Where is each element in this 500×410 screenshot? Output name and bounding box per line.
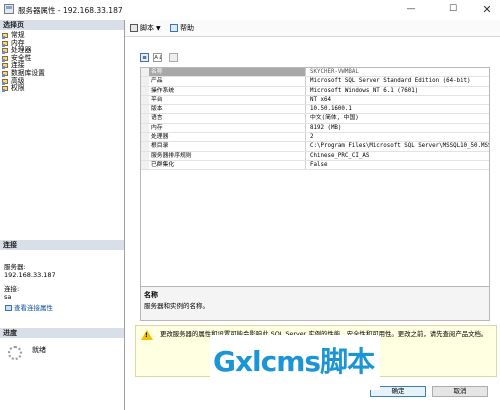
minimize-button[interactable]: — [398,0,424,20]
property-row[interactable]: 平台 NT x64 [141,95,489,106]
property-value: False [310,161,328,168]
top-toolbar: 脚本 ▼ 帮助 [125,20,500,37]
app-icon [4,4,14,14]
property-name: 平台 [149,95,306,105]
cancel-button[interactable]: 取消 [432,386,488,397]
description-text: 服务器和实例的名称。 [144,302,209,310]
property-row[interactable]: 服务器排序规则 Chinese_PRC_CI_AS [141,151,489,161]
property-row[interactable]: 操作系统 Microsoft Windows NT 6.1 (7601) [141,86,489,96]
property-value: Microsoft SQL Server Standard Edition (6… [310,78,471,85]
server-label: 服务器: [4,263,26,271]
title-bar: 服务器属性 - 192.168.33.187 — ☐ ✕ [0,0,500,21]
progress-header: 进度 [0,328,124,338]
page-icon [2,33,8,39]
connection-properties-icon [5,305,12,311]
property-row[interactable]: 版本 10.50.1600.1 [141,105,489,115]
property-value: C:\Program Files\Microsoft SQL Server\MS… [310,143,489,150]
description-title: 名称 [144,291,158,299]
property-value: 2 [310,134,314,141]
page-icon [2,48,8,55]
property-grid: 名称 SKYCHER-VWMBAL 产品 Microsoft SQL Server … [140,67,490,291]
help-button[interactable]: 帮助 [170,23,194,33]
property-value: SKYCHER-VWMBAL [310,69,359,75]
property-value: Microsoft Windows NT 6.1 (7601) [310,87,419,94]
script-icon [130,24,138,32]
page-icon [2,55,8,62]
categorized-sort-button[interactable]: ≡ [140,53,149,62]
window-title: 服务器属性 - 192.168.33.187 [18,6,123,15]
connection-value: sa [4,293,12,301]
help-icon [170,24,178,32]
property-name: 版本 [149,105,306,114]
property-value: Chinese_PRC_CI_AS [310,152,370,159]
property-grid-toolbar: ≡ A↓ [140,53,180,63]
server-value: 192.168.33.187 [4,271,56,279]
property-value: 8192 (MB) [310,124,342,131]
property-name: 名称 [149,68,306,77]
property-description: 名称 服务器和实例的名称。 [140,286,490,321]
close-button[interactable]: ✕ [474,0,500,20]
property-value: NT x64 [310,96,331,103]
watermark-text: Gxlcms脚本 [213,345,375,378]
property-name: 内存 [149,123,306,133]
connection-info: 服务器: 192.168.33.187 连接: sa [4,263,119,301]
page-icon [2,78,8,85]
script-button[interactable]: 脚本 ▼ [130,23,161,33]
page-nav-list: 常规 内存 处理器 安全性 连接 数据库设置 高级 权限 [2,31,120,93]
property-row[interactable]: 内存 8192 (MB) [141,123,489,134]
connection-header: 连接 [0,240,124,250]
property-pages-button[interactable] [169,53,179,62]
select-page-header: 选择页 [0,20,124,30]
property-row[interactable]: 根目录 C:\Program Files\Microsoft SQL Server… [141,142,489,152]
property-value: 中文(简体, 中国) [310,115,359,122]
property-name: 产品 [149,77,306,86]
property-name: 根目录 [149,142,306,151]
view-connection-properties-link[interactable]: 查看连接属性 [5,302,53,312]
left-pane: 选择页 常规 内存 处理器 安全性 连接 数据库设置 高级 权限 连接 服务器:… [0,20,125,410]
property-name: 处理器 [149,133,306,142]
property-name: 操作系统 [149,86,306,95]
alphabetical-sort-button[interactable]: A↓ [153,53,163,62]
maximize-button[interactable]: ☐ [440,0,466,20]
property-row[interactable]: 产品 Microsoft SQL Server Standard Edition … [141,77,489,87]
chevron-down-icon: ▼ [156,25,161,32]
connection-label: 连接: [4,285,20,293]
property-row[interactable]: 名称 SKYCHER-VWMBAL [141,68,489,78]
nav-item-permissions[interactable]: 权限 [2,84,120,93]
property-name: 语言 [149,114,306,123]
property-row[interactable]: 已群集化 False [141,160,489,171]
progress-spinner-icon [8,346,22,360]
property-row[interactable]: 处理器 2 [141,133,489,143]
property-row[interactable]: 语言 中文(简体, 中国) [141,114,489,124]
property-value: 10.50.1600.1 [310,106,352,113]
page-icon [2,40,8,47]
page-icon [2,63,8,70]
property-name: 服务器排序规则 [149,151,306,160]
property-name: 已群集化 [149,160,306,170]
page-icon [2,70,8,77]
progress-status: 就绪 [32,346,46,354]
page-icon [2,86,8,93]
